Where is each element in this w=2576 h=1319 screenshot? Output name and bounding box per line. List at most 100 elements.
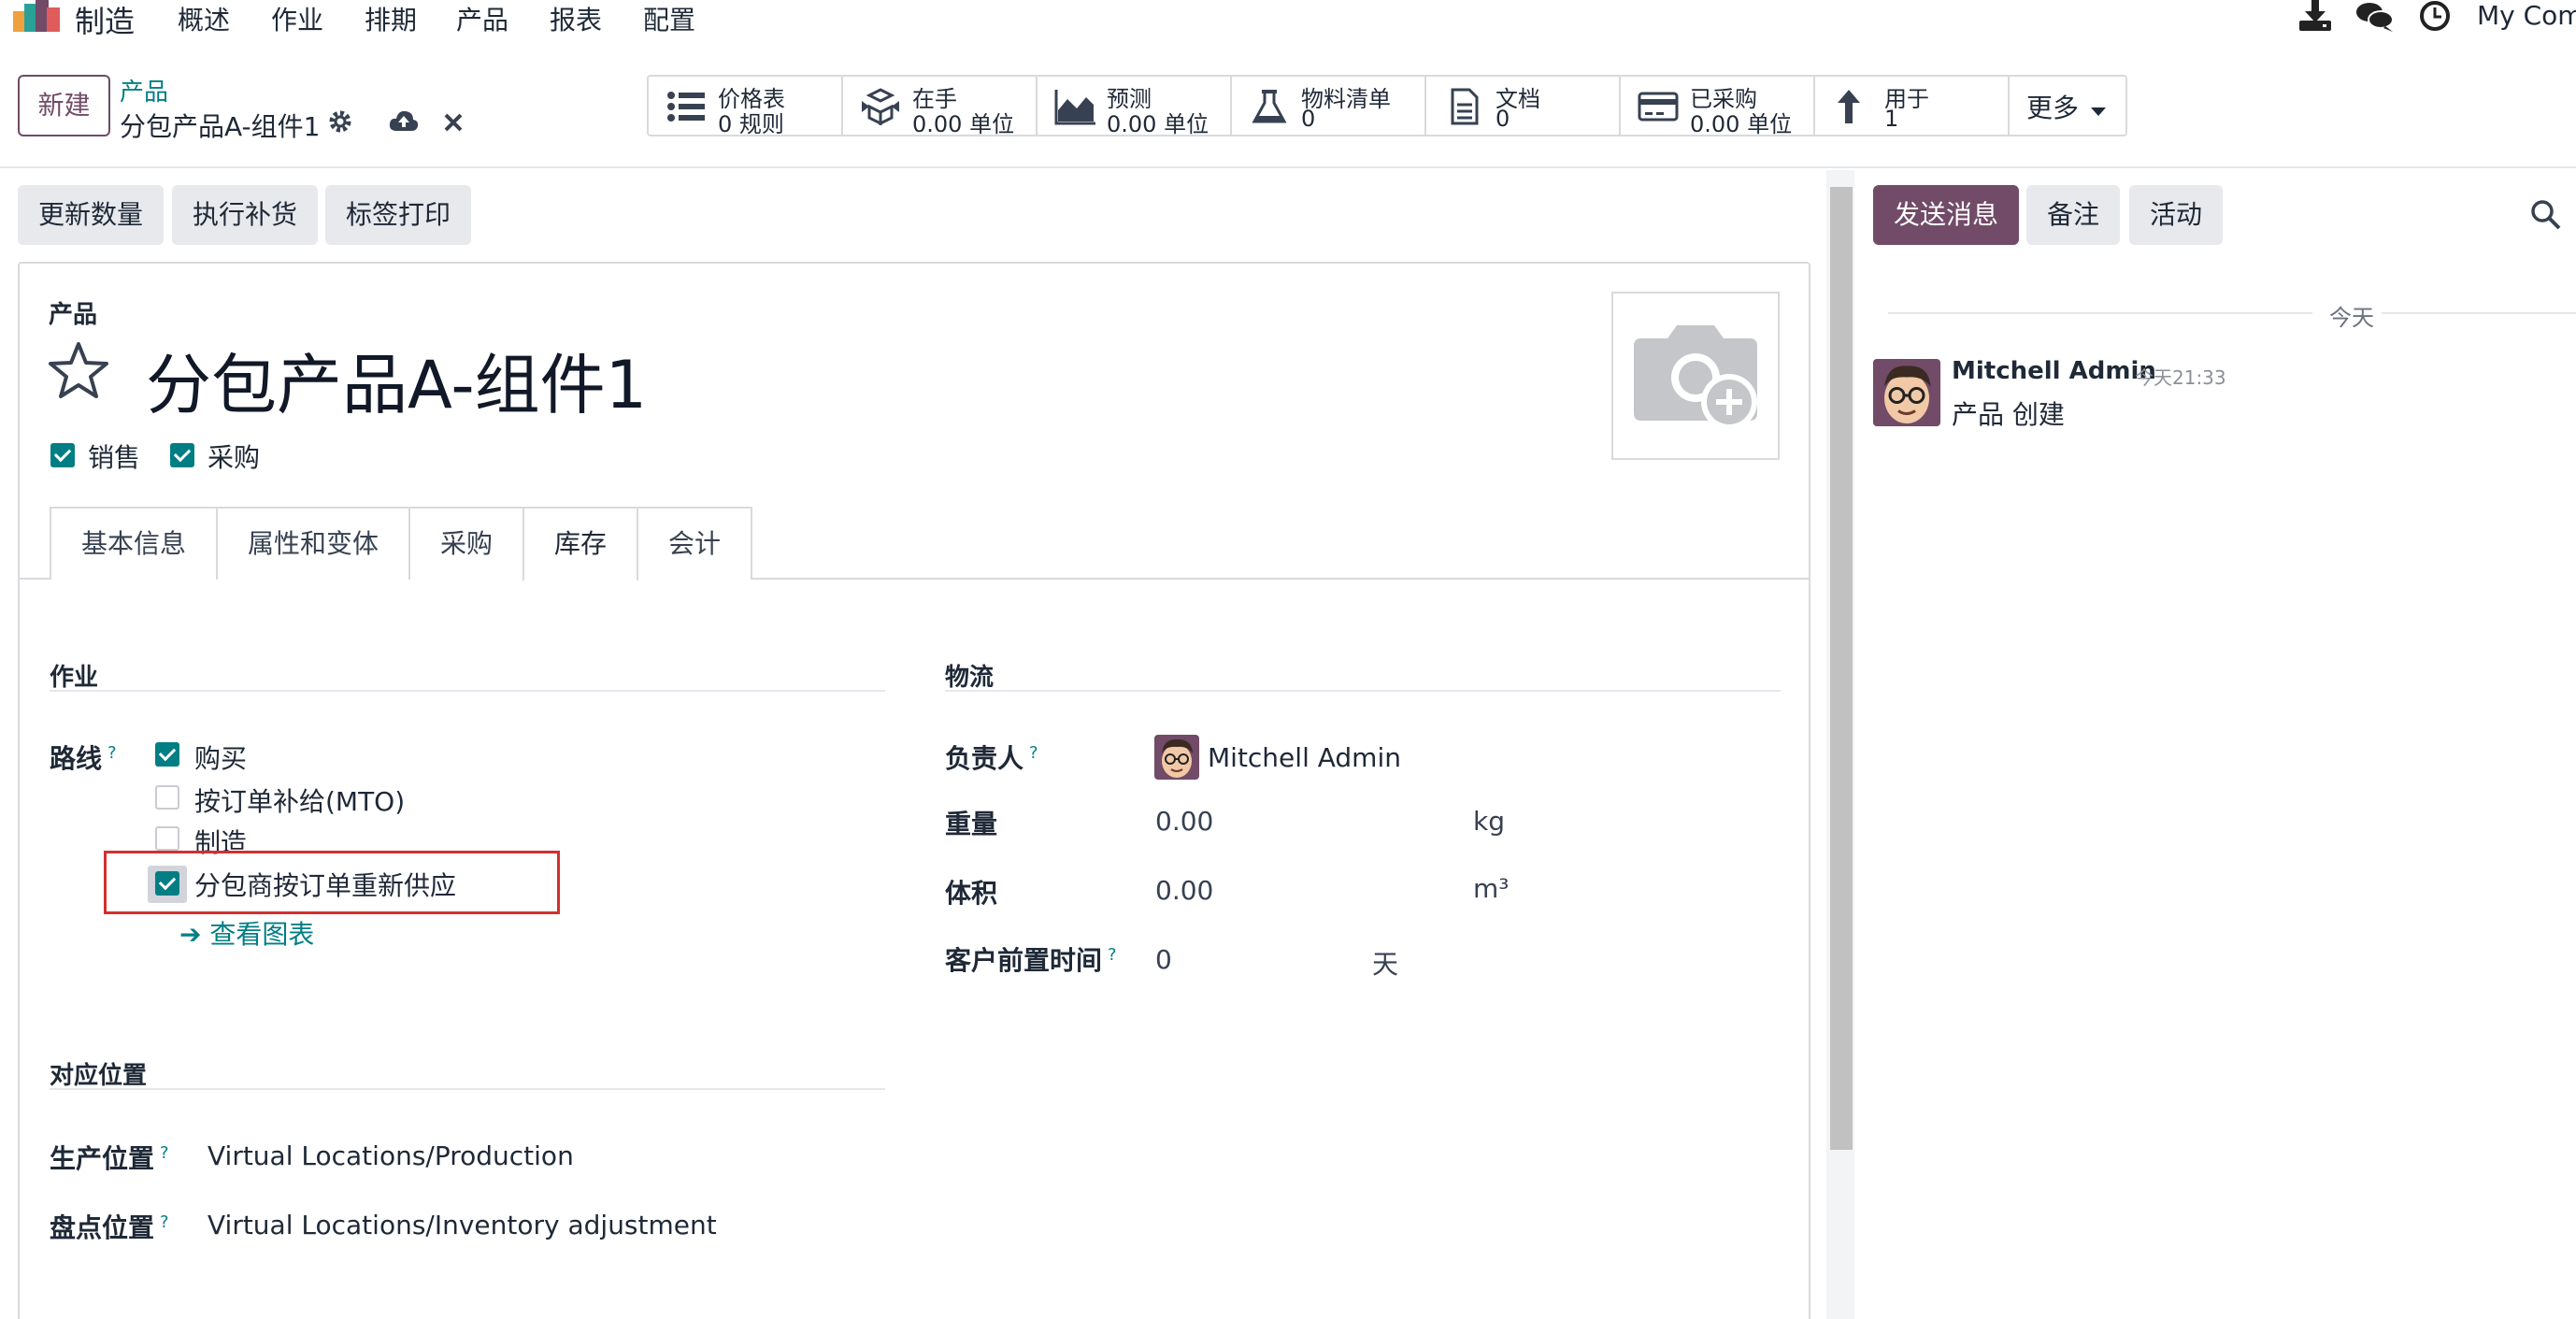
tab-inventory[interactable]: 库存 (522, 507, 638, 581)
smart-button-on-hand[interactable]: 在手 0.00 单位 (843, 77, 1038, 137)
responsible-label-text: 负责人 (945, 743, 1024, 774)
weight-label: 重量 (945, 809, 998, 839)
document-icon (1451, 88, 1479, 125)
sale-ok-label: 销售 (88, 442, 141, 473)
tab-general-info[interactable]: 基本信息 (50, 507, 218, 580)
volume-unit: m³ (1473, 873, 1510, 904)
weight-unit: kg (1473, 806, 1505, 837)
new-button[interactable]: 新建 (18, 75, 110, 136)
smart-button-used-in[interactable]: 用于 1 (1815, 77, 2010, 135)
inventory-location-value[interactable]: Virtual Locations/Inventory adjustment (208, 1210, 717, 1240)
logistics-section-title: 物流 (945, 664, 995, 692)
route-mto-label: 按订单补给(MTO) (194, 786, 406, 817)
operations-section-title: 作业 (50, 664, 99, 692)
form-scrollbar-thumb[interactable] (1830, 187, 1853, 1150)
product-image[interactable] (1611, 292, 1780, 460)
download-icon[interactable] (2297, 0, 2333, 32)
control-panel-divider (0, 166, 2576, 168)
smart-button-forecast[interactable]: 预测 0.00 单位 (1038, 77, 1232, 137)
routes-label-text: 路线 (50, 743, 103, 774)
inventory-location-label: 盘点位置? (50, 1208, 169, 1245)
help-icon[interactable]: ? (160, 1212, 169, 1232)
annotation-highlight-box (104, 851, 560, 914)
help-icon[interactable]: ? (107, 743, 117, 763)
logistics-section-line (945, 690, 1781, 692)
camera-plus-icon (1634, 325, 1757, 430)
list-icon (667, 92, 705, 122)
message-author[interactable]: Mitchell Admin (1952, 357, 2156, 385)
volume-label: 体积 (945, 878, 998, 909)
chat-icon[interactable] (2355, 2, 2395, 32)
breadcrumb-current: 分包产品A-组件1 (120, 111, 321, 142)
responsible-avatar[interactable] (1154, 735, 1199, 780)
smart-button-purchased[interactable]: 已采购 0.00 单位 (1621, 77, 1815, 137)
tab-attributes-variants[interactable]: 属性和变体 (216, 507, 410, 580)
arrow-up-icon (1838, 90, 1860, 123)
stat-value: 0.00 单位 (1107, 111, 1209, 137)
top-navbar: 制造 概述 作业 排期 产品 报表 配置 My Com (0, 0, 2576, 39)
menu-planning[interactable]: 排期 (365, 0, 417, 37)
smart-button-documents[interactable]: 文档 0 (1426, 77, 1621, 135)
activity-button[interactable]: 活动 (2129, 185, 2223, 245)
stat-value: 0 规则 (718, 111, 784, 137)
stat-value: 0.00 单位 (1690, 111, 1793, 137)
menu-overview[interactable]: 概述 (178, 0, 230, 37)
print-labels-button[interactable]: 标签打印 (325, 185, 471, 245)
clock-icon[interactable] (2419, 0, 2451, 32)
locations-section-line (50, 1088, 885, 1090)
menu-operations[interactable]: 作业 (271, 0, 323, 37)
view-diagram-link[interactable]: ➔ 查看图表 (179, 914, 314, 952)
production-location-value[interactable]: Virtual Locations/Production (208, 1140, 574, 1171)
cubes-icon (862, 88, 899, 125)
product-name[interactable]: 分包产品A-组件1 (146, 333, 647, 427)
menu-reporting[interactable]: 报表 (550, 0, 602, 37)
weight-input[interactable]: 0.00 (1155, 806, 1213, 837)
app-name[interactable]: 制造 (75, 0, 135, 41)
route-manufacture-checkbox[interactable] (155, 826, 179, 851)
smart-button-bom[interactable]: 物料清单 0 (1232, 77, 1426, 135)
purchase-ok-checkbox[interactable] (170, 443, 194, 467)
volume-input[interactable]: 0.00 (1155, 875, 1213, 906)
date-separator-line (1888, 312, 2312, 314)
smart-button-pricelist[interactable]: 价格表 0 规则 (649, 77, 843, 137)
more-dropdown[interactable]: 更多 (2010, 77, 2125, 135)
route-mto-checkbox[interactable] (155, 785, 179, 810)
breadcrumb-parent[interactable]: 产品 (120, 73, 168, 108)
search-icon[interactable] (2529, 198, 2563, 232)
help-icon[interactable]: ? (1108, 945, 1117, 965)
log-note-button[interactable]: 备注 (2026, 185, 2120, 245)
update-quantity-button[interactable]: 更新数量 (18, 185, 164, 245)
send-message-button[interactable]: 发送消息 (1873, 185, 2019, 245)
gear-icon[interactable] (327, 108, 353, 135)
menu-configuration[interactable]: 配置 (643, 0, 695, 37)
discard-icon[interactable] (443, 112, 464, 133)
date-separator-line (2382, 312, 2576, 314)
responsible-value[interactable]: Mitchell Admin (1208, 742, 1401, 773)
tab-accounting[interactable]: 会计 (637, 507, 752, 580)
date-separator: 今天 (2329, 305, 2374, 331)
view-diagram-text: 查看图表 (209, 919, 315, 950)
star-icon[interactable] (47, 340, 110, 400)
routes-label: 路线? (50, 738, 117, 776)
arrow-right-icon: ➔ (179, 919, 210, 950)
product-label: 产品 (49, 301, 98, 329)
tab-purchase[interactable]: 采购 (408, 507, 524, 580)
cloud-upload-icon[interactable] (389, 108, 419, 133)
lead-time-input[interactable]: 0 (1155, 944, 1172, 975)
area-chart-icon (1054, 90, 1095, 125)
company-switcher[interactable]: My Com (2477, 0, 2576, 31)
lead-time-label: 客户前置时间? (945, 940, 1117, 978)
menu-products[interactable]: 产品 (456, 0, 508, 37)
stat-value: 0 (1496, 106, 1510, 132)
help-icon[interactable]: ? (160, 1143, 169, 1163)
replenish-button[interactable]: 执行补货 (172, 185, 318, 245)
route-buy-checkbox[interactable] (155, 742, 179, 767)
stat-value: 0.00 单位 (912, 111, 1015, 137)
app-logo-icon[interactable] (11, 0, 64, 32)
inventory-location-label-text: 盘点位置 (50, 1212, 155, 1243)
message-body: 产品 创建 (1952, 399, 2065, 430)
message-author-avatar[interactable] (1873, 359, 1940, 426)
production-location-label-text: 生产位置 (50, 1143, 155, 1174)
sale-ok-checkbox[interactable] (50, 443, 75, 467)
help-icon[interactable]: ? (1029, 743, 1038, 763)
